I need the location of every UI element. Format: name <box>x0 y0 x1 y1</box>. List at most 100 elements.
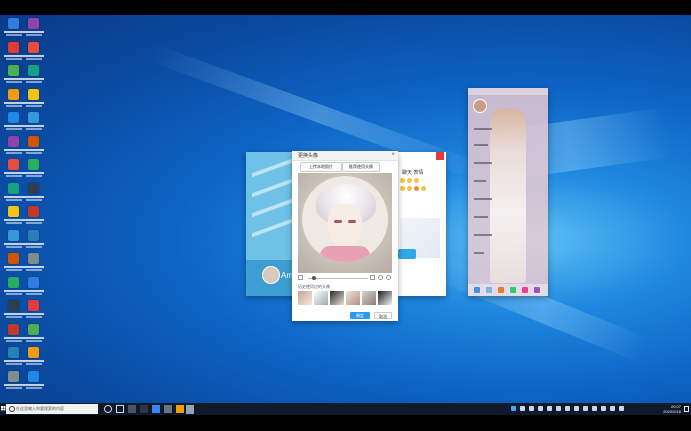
desktop-shortcut[interactable] <box>22 41 46 63</box>
history-avatar[interactable] <box>330 291 344 305</box>
app-icon[interactable] <box>498 287 504 293</box>
tray-icon[interactable] <box>529 406 534 411</box>
avatar-crop-area[interactable] <box>298 173 392 273</box>
login-window[interactable]: Am <box>246 152 298 296</box>
task-view-icon[interactable] <box>116 405 124 413</box>
tray-icon[interactable] <box>565 406 570 411</box>
desktop-shortcut[interactable] <box>22 252 46 274</box>
history-avatar[interactable] <box>378 291 392 305</box>
emoji-icon[interactable] <box>414 178 419 183</box>
list-item[interactable] <box>474 162 492 164</box>
app-icon[interactable] <box>534 287 540 293</box>
letterbox-bottom <box>0 415 691 431</box>
app-icon <box>28 135 39 147</box>
desktop-shortcut[interactable] <box>22 346 46 368</box>
send-button[interactable] <box>398 249 416 259</box>
ok-button[interactable]: 确定 <box>350 312 370 319</box>
cloud-icon[interactable] <box>511 406 516 411</box>
desktop-shortcut[interactable] <box>22 88 46 110</box>
desktop-shortcut[interactable] <box>22 17 46 39</box>
desktop-shortcut[interactable] <box>22 370 46 392</box>
app-icon[interactable] <box>128 405 136 413</box>
desktop-shortcut[interactable] <box>22 205 46 227</box>
close-icon[interactable] <box>436 152 444 160</box>
desktop-shortcut[interactable] <box>22 135 46 157</box>
emoji-icon[interactable] <box>414 186 419 191</box>
app-icon[interactable] <box>176 405 184 413</box>
desktop-shortcut[interactable] <box>22 323 46 345</box>
dialog-titlebar[interactable]: 更换头像 × <box>292 151 398 161</box>
rotate-right-icon[interactable] <box>386 275 391 280</box>
desktop-shortcut[interactable] <box>22 182 46 204</box>
list-item[interactable] <box>474 252 484 254</box>
history-avatar[interactable] <box>346 291 360 305</box>
app-icon[interactable] <box>164 405 172 413</box>
history-avatar[interactable] <box>298 291 312 305</box>
zoom-in-icon[interactable] <box>370 275 375 280</box>
tray-icon[interactable] <box>592 406 597 411</box>
emoji-icon[interactable] <box>400 186 405 191</box>
list-item[interactable] <box>474 234 492 236</box>
tray-icon[interactable] <box>583 406 588 411</box>
volume-icon[interactable] <box>610 406 615 411</box>
desktop-wallpaper: Am 聊天 表情 更换头像 × 上传本地照片 推荐使用头像 历史使用过的头像 确… <box>0 15 691 403</box>
tray-icon[interactable] <box>556 406 561 411</box>
app-icon <box>8 229 19 241</box>
taskbar-search[interactable]: 在这里输入你要搜索的内容 <box>6 404 98 414</box>
zoom-handle[interactable] <box>312 276 316 280</box>
search-icon <box>9 406 15 412</box>
wifi-icon[interactable] <box>601 406 606 411</box>
crop-circle[interactable] <box>302 176 388 262</box>
chat-tab-label[interactable]: 聊天 表情 <box>402 169 423 176</box>
app-icon[interactable] <box>486 287 492 293</box>
chat-window[interactable]: 聊天 表情 <box>396 152 446 296</box>
app-icon[interactable] <box>140 405 148 413</box>
history-avatar[interactable] <box>362 291 376 305</box>
list-item[interactable] <box>474 216 488 218</box>
desktop-shortcut[interactable] <box>22 276 46 298</box>
close-icon[interactable]: × <box>391 152 395 158</box>
zoom-slider[interactable] <box>298 275 392 281</box>
shortcut-caption <box>6 316 22 318</box>
desktop-shortcut[interactable] <box>22 229 46 251</box>
desktop-shortcut[interactable] <box>22 158 46 180</box>
cancel-button[interactable]: 取消 <box>374 312 392 319</box>
app-icon[interactable] <box>186 405 194 414</box>
history-label: 历史使用过的头像 <box>298 284 330 289</box>
app-icon <box>28 41 39 53</box>
app-icon[interactable] <box>522 287 528 293</box>
zoom-out-icon[interactable] <box>298 275 303 280</box>
list-item[interactable] <box>474 128 492 130</box>
zoom-track[interactable] <box>308 278 368 279</box>
menu-icon[interactable] <box>474 287 480 293</box>
panel-titlebar[interactable] <box>468 88 548 95</box>
shortcut-caption <box>26 292 42 295</box>
avatar[interactable] <box>262 266 280 284</box>
input-method-icon[interactable] <box>619 406 624 411</box>
avatar[interactable] <box>473 99 487 113</box>
emoji-icon[interactable] <box>400 178 405 183</box>
list-item[interactable] <box>474 198 492 200</box>
taskbar-clock[interactable]: 20:07 2020/2/16 <box>663 404 681 414</box>
tray-icon[interactable] <box>538 406 543 411</box>
history-avatar[interactable] <box>314 291 328 305</box>
upload-local-photo-button[interactable]: 上传本地照片 <box>300 162 342 172</box>
tray-icon[interactable] <box>574 406 579 411</box>
contacts-panel[interactable] <box>468 88 548 296</box>
list-item[interactable] <box>474 180 486 182</box>
emoji-icon[interactable] <box>407 178 412 183</box>
desktop-shortcut[interactable] <box>22 64 46 86</box>
emoji-icon[interactable] <box>407 186 412 191</box>
recommended-avatar-button[interactable]: 推荐使用头像 <box>342 162 380 172</box>
desktop-shortcut[interactable] <box>22 111 46 133</box>
app-icon[interactable] <box>510 287 516 293</box>
tray-icon[interactable] <box>547 406 552 411</box>
app-icon[interactable] <box>152 405 160 413</box>
desktop-shortcut[interactable] <box>22 299 46 321</box>
rotate-left-icon[interactable] <box>378 275 383 280</box>
emoji-icon[interactable] <box>421 186 426 191</box>
tray-icon[interactable] <box>520 406 525 411</box>
cortana-icon[interactable] <box>104 405 112 413</box>
notification-icon[interactable] <box>684 406 689 412</box>
list-item[interactable] <box>474 144 488 146</box>
